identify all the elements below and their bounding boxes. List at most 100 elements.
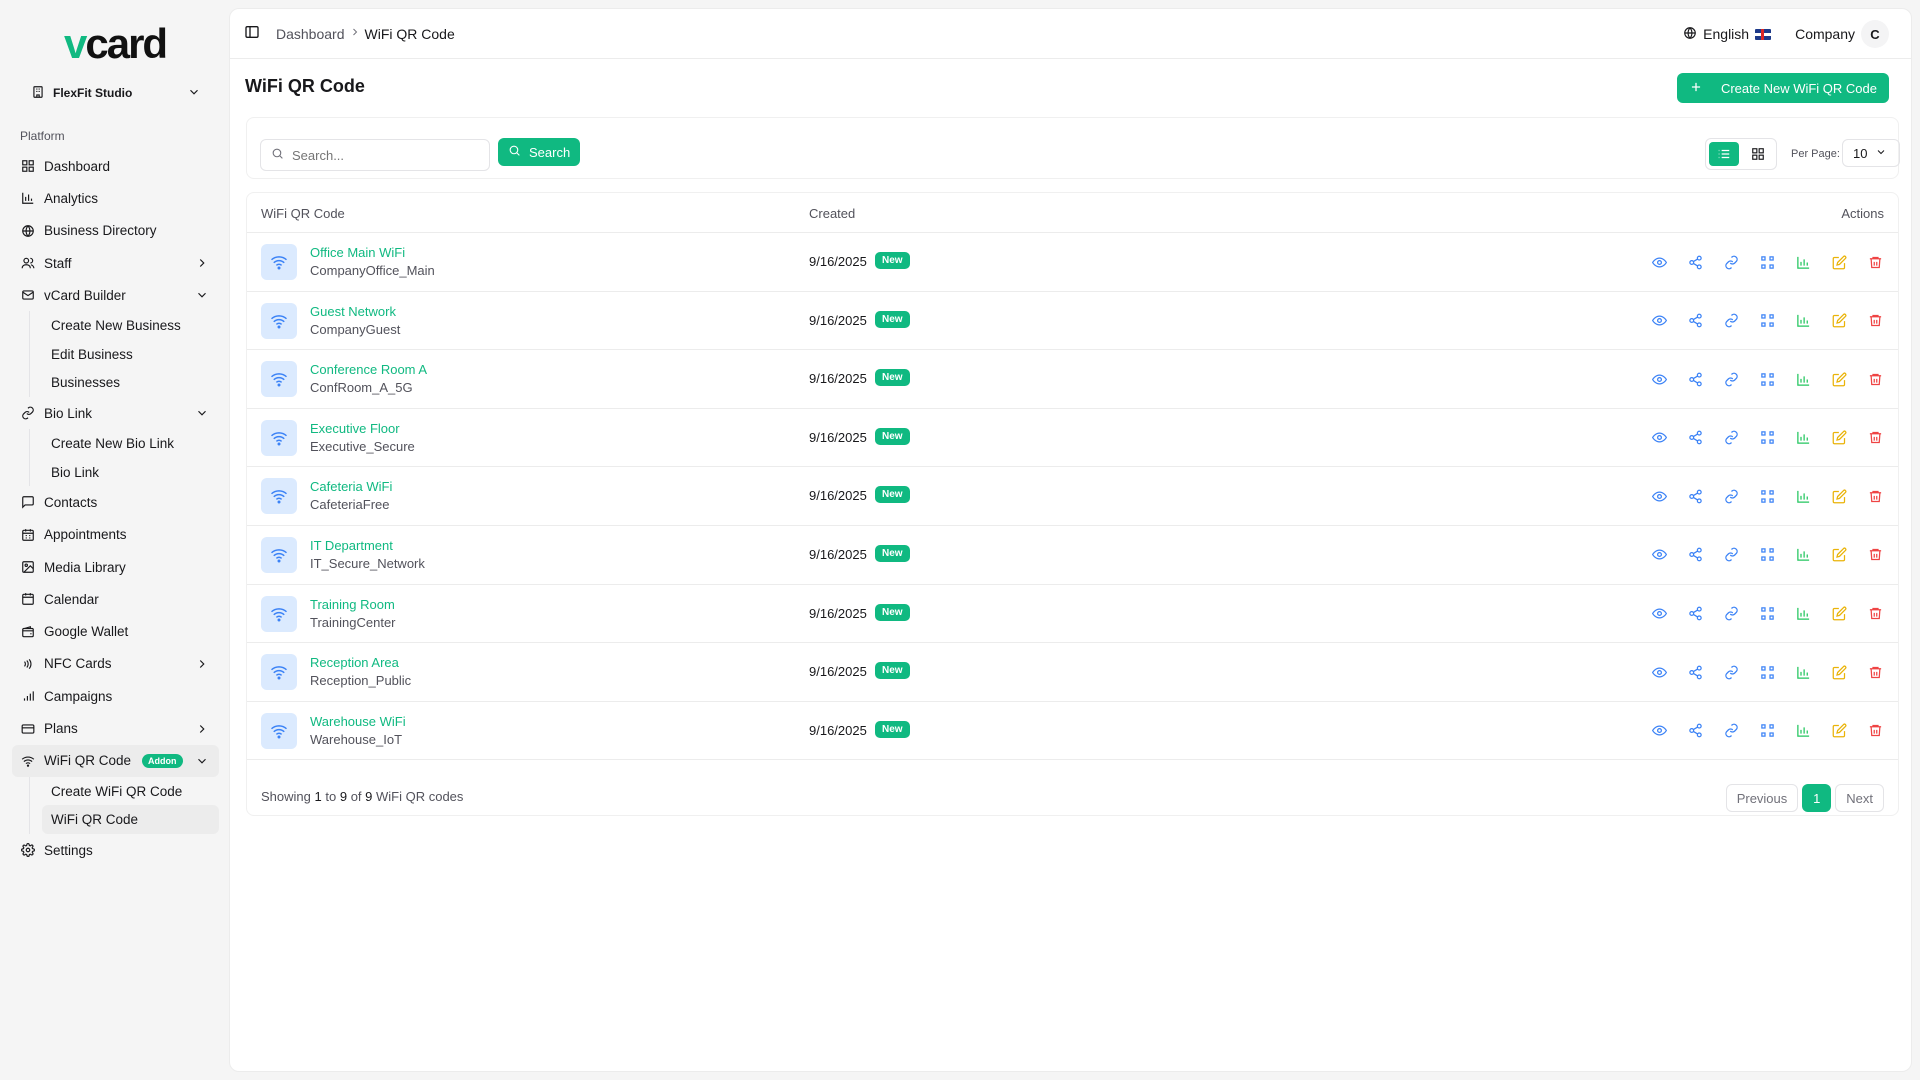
sidebar-item-google-wallet[interactable]: Google Wallet (12, 615, 219, 647)
link-icon[interactable] (1722, 370, 1740, 388)
sidebar-subitem-edit-business[interactable]: Edit Business (42, 340, 219, 369)
share-icon[interactable] (1686, 253, 1704, 271)
sidebar-item-plans[interactable]: Plans (12, 712, 219, 744)
sidebar-item-campaigns[interactable]: Campaigns (12, 680, 219, 712)
table-row[interactable]: Reception Area Reception_Public 9/16/202… (247, 643, 1898, 702)
sidebar-subitem-create-bio-link[interactable]: Create New Bio Link (42, 429, 219, 458)
qr-icon[interactable] (1758, 429, 1776, 447)
sidebar-item-calendar[interactable]: Calendar (12, 583, 219, 615)
trash-icon[interactable] (1866, 663, 1884, 681)
sidebar-item-settings[interactable]: Settings (12, 834, 219, 866)
eye-icon[interactable] (1650, 546, 1668, 564)
sidebar-subitem-create-business[interactable]: Create New Business (42, 311, 219, 340)
wifi-name-link[interactable]: Cafeteria WiFi (310, 479, 392, 494)
wifi-name-link[interactable]: Training Room (310, 597, 395, 612)
wifi-name-link[interactable]: Executive Floor (310, 421, 400, 436)
analytics-icon[interactable] (1794, 487, 1812, 505)
share-icon[interactable] (1686, 312, 1704, 330)
sidebar-item-wifi-qr-code[interactable]: WiFi QR Code Addon (12, 744, 219, 777)
sidebar-item-appointments[interactable]: Appointments (12, 519, 219, 551)
share-icon[interactable] (1686, 546, 1704, 564)
link-icon[interactable] (1722, 663, 1740, 681)
link-icon[interactable] (1722, 546, 1740, 564)
column-header-name[interactable]: WiFi QR Code (261, 206, 345, 221)
grid-view-icon[interactable] (1743, 142, 1773, 166)
sidebar-item-contacts[interactable]: Contacts (12, 486, 219, 518)
table-row[interactable]: Office Main WiFi CompanyOffice_Main 9/16… (247, 233, 1898, 292)
share-icon[interactable] (1686, 605, 1704, 623)
table-row[interactable]: Executive Floor Executive_Secure 9/16/20… (247, 409, 1898, 468)
qr-icon[interactable] (1758, 663, 1776, 681)
trash-icon[interactable] (1866, 546, 1884, 564)
sidebar-item-vcard-builder[interactable]: vCard Builder (12, 279, 219, 311)
share-icon[interactable] (1686, 663, 1704, 681)
per-page-select[interactable]: 10 (1842, 139, 1900, 167)
edit-icon[interactable] (1830, 253, 1848, 271)
sidebar-subitem-bio-link[interactable]: Bio Link (42, 458, 219, 487)
wifi-name-link[interactable]: Reception Area (310, 655, 399, 670)
eye-icon[interactable] (1650, 722, 1668, 740)
analytics-icon[interactable] (1794, 663, 1812, 681)
edit-icon[interactable] (1830, 663, 1848, 681)
link-icon[interactable] (1722, 722, 1740, 740)
qr-icon[interactable] (1758, 722, 1776, 740)
next-page-button[interactable]: Next (1835, 784, 1884, 812)
sidebar-item-nfc-cards[interactable]: NFC Cards (12, 648, 219, 680)
analytics-icon[interactable] (1794, 546, 1812, 564)
analytics-icon[interactable] (1794, 370, 1812, 388)
eye-icon[interactable] (1650, 370, 1668, 388)
trash-icon[interactable] (1866, 722, 1884, 740)
analytics-icon[interactable] (1794, 312, 1812, 330)
page-1-button[interactable]: 1 (1802, 784, 1832, 812)
sidebar-subitem-wifi-qr[interactable]: WiFi QR Code (42, 805, 219, 834)
qr-icon[interactable] (1758, 253, 1776, 271)
eye-icon[interactable] (1650, 253, 1668, 271)
sidebar-item-business-directory[interactable]: Business Directory (12, 215, 219, 247)
edit-icon[interactable] (1830, 487, 1848, 505)
edit-icon[interactable] (1830, 605, 1848, 623)
link-icon[interactable] (1722, 312, 1740, 330)
link-icon[interactable] (1722, 253, 1740, 271)
eye-icon[interactable] (1650, 312, 1668, 330)
table-row[interactable]: IT Department IT_Secure_Network 9/16/202… (247, 526, 1898, 585)
trash-icon[interactable] (1866, 487, 1884, 505)
edit-icon[interactable] (1830, 312, 1848, 330)
sidebar-toggle-icon[interactable] (244, 24, 260, 43)
vcard-logo[interactable]: vcard (64, 20, 168, 68)
share-icon[interactable] (1686, 429, 1704, 447)
language-switcher[interactable]: English (1683, 26, 1772, 43)
create-wifi-qr-button[interactable]: Create New WiFi QR Code (1676, 73, 1889, 103)
column-header-created[interactable]: Created (809, 206, 855, 221)
sidebar-item-staff[interactable]: Staff (12, 247, 219, 279)
sidebar-item-dashboard[interactable]: Dashboard (12, 150, 219, 182)
sidebar-item-media-library[interactable]: Media Library (12, 551, 219, 583)
trash-icon[interactable] (1866, 253, 1884, 271)
trash-icon[interactable] (1866, 429, 1884, 447)
table-row[interactable]: Warehouse WiFi Warehouse_IoT 9/16/2025 N… (247, 702, 1898, 761)
share-icon[interactable] (1686, 722, 1704, 740)
analytics-icon[interactable] (1794, 429, 1812, 447)
table-row[interactable]: Cafeteria WiFi CafeteriaFree 9/16/2025 N… (247, 467, 1898, 526)
wifi-name-link[interactable]: Guest Network (310, 304, 396, 319)
eye-icon[interactable] (1650, 429, 1668, 447)
share-icon[interactable] (1686, 370, 1704, 388)
link-icon[interactable] (1722, 605, 1740, 623)
qr-icon[interactable] (1758, 370, 1776, 388)
sidebar-item-bio-link[interactable]: Bio Link (12, 397, 219, 429)
wifi-name-link[interactable]: Office Main WiFi (310, 245, 405, 260)
previous-page-button[interactable]: Previous (1725, 784, 1799, 812)
search-field[interactable] (260, 139, 490, 171)
org-switcher[interactable]: FlexFit Studio (31, 82, 201, 104)
edit-icon[interactable] (1830, 722, 1848, 740)
analytics-icon[interactable] (1794, 605, 1812, 623)
edit-icon[interactable] (1830, 429, 1848, 447)
eye-icon[interactable] (1650, 487, 1668, 505)
edit-icon[interactable] (1830, 546, 1848, 564)
list-view-icon[interactable] (1709, 142, 1739, 166)
wifi-name-link[interactable]: Conference Room A (310, 362, 427, 377)
analytics-icon[interactable] (1794, 253, 1812, 271)
breadcrumb-dashboard[interactable]: Dashboard (276, 26, 345, 42)
search-input[interactable] (292, 147, 472, 163)
qr-icon[interactable] (1758, 312, 1776, 330)
link-icon[interactable] (1722, 429, 1740, 447)
